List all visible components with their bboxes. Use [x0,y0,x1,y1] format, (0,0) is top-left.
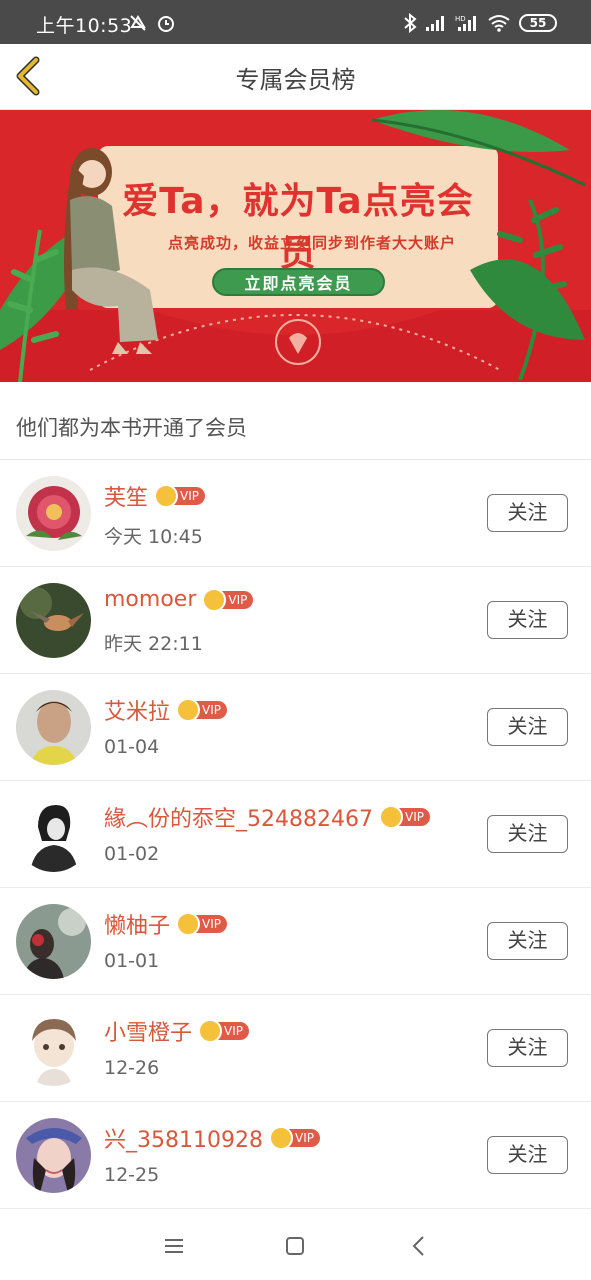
avatar[interactable] [16,690,91,765]
vip-label: VIP [294,1131,314,1145]
system-back-button[interactable] [405,1232,433,1260]
svg-text:HD: HD [455,15,466,23]
avatar[interactable] [16,1011,91,1086]
avatar[interactable] [16,904,91,979]
follow-button[interactable]: 关注 [487,708,568,746]
activate-vip-button[interactable]: 立即点亮会员 [212,268,385,296]
crown-icon [176,698,201,722]
crown-icon [268,1126,293,1150]
app-header: 专属会员榜 [0,44,591,110]
wifi-icon [488,15,510,32]
vip-label: VIP [202,703,221,717]
crown-icon [378,805,403,829]
list-item[interactable]: momoer VIP 昨天 22:11 关注 [0,567,591,674]
member-name[interactable]: 緣︵份的忝空_524882467 [104,801,373,833]
battery-indicator: 55 [519,14,557,32]
member-name[interactable]: 芙笙 [104,480,148,512]
avatar[interactable] [16,797,91,872]
vip-label: VIP [202,917,221,931]
vip-badge: VIP [268,1126,320,1150]
vip-badge: VIP [154,484,205,508]
vip-label: VIP [404,810,424,824]
crown-icon [198,1019,223,1043]
list-item[interactable]: 緣︵份的忝空_524882467 VIP 01-02 关注 [0,781,591,888]
member-date: 今天 10:45 [104,526,203,548]
status-time: 上午10:53 [36,15,133,37]
vip-badge: VIP [378,805,430,829]
status-bar: 上午10:53 HD 55 [0,0,591,44]
member-date: 01-02 [104,843,160,865]
vip-badge: VIP [202,587,254,612]
list-item[interactable]: 兴_358110928 VIP 12-25 关注 [0,1102,591,1209]
follow-button[interactable]: 关注 [487,494,568,532]
member-name[interactable]: 艾米拉 [104,694,170,726]
banner-headline: 爱Ta，就为Ta点亮会员 [122,181,474,274]
vip-badge: VIP [176,698,227,722]
page-title: 专属会员榜 [235,66,356,94]
avatar[interactable] [16,583,91,658]
follow-button[interactable]: 关注 [487,601,568,639]
crown-icon [154,484,179,508]
list-item[interactable]: 懒柚子 VIP 01-01 关注 [0,888,591,995]
crown-icon [202,587,227,612]
member-date: 昨天 22:11 [104,633,203,655]
member-name[interactable]: 懒柚子 [104,908,170,940]
list-item[interactable]: 小雪橙子 VIP 12-26 关注 [0,995,591,1102]
avatar[interactable] [16,1118,91,1193]
bluetooth-icon [404,13,417,33]
mute-icon [130,15,146,31]
member-date: 01-01 [104,950,160,972]
member-list: 芙笙 VIP 今天 10:45 关注 momoer VIP 昨天 22:11 关… [0,460,591,1209]
follow-button[interactable]: 关注 [487,815,568,853]
follow-button[interactable]: 关注 [487,1029,568,1067]
back-triangle-icon [412,1236,424,1256]
vip-badge: VIP [176,912,227,936]
member-date: 12-25 [104,1164,160,1186]
menu-icon [165,1239,183,1253]
signal-icon [426,16,444,31]
member-name[interactable]: 兴_358110928 [104,1122,263,1154]
menu-button[interactable] [160,1232,188,1260]
member-name[interactable]: 小雪橙子 [104,1015,192,1047]
section-title: 他们都为本书开通了会员 [16,416,247,440]
promo-banner[interactable]: 爱Ta，就为Ta点亮会员 点亮成功，收益立刻同步到作者大大账户 立即点亮会员 [0,110,591,382]
system-nav-bar [0,1210,591,1280]
member-date: 12-26 [104,1057,160,1079]
home-square-icon [286,1237,304,1255]
crown-icon [176,912,201,936]
vip-badge: VIP [198,1019,249,1043]
vip-label: VIP [228,592,248,607]
vip-label: VIP [180,489,199,503]
list-item[interactable]: 艾米拉 VIP 01-04 关注 [0,674,591,781]
home-button[interactable] [281,1232,309,1260]
list-item[interactable]: 芙笙 VIP 今天 10:45 关注 [0,460,591,567]
member-date: 01-04 [104,736,160,758]
avatar[interactable] [16,476,91,551]
alarm-icon [158,16,174,32]
follow-button[interactable]: 关注 [487,922,568,960]
member-name[interactable]: momoer [104,587,196,612]
banner-subtitle: 点亮成功，收益立刻同步到作者大大账户 [167,234,456,252]
vip-label: VIP [224,1024,243,1038]
follow-button[interactable]: 关注 [487,1136,568,1174]
hd-signal-icon: HD [455,15,476,31]
